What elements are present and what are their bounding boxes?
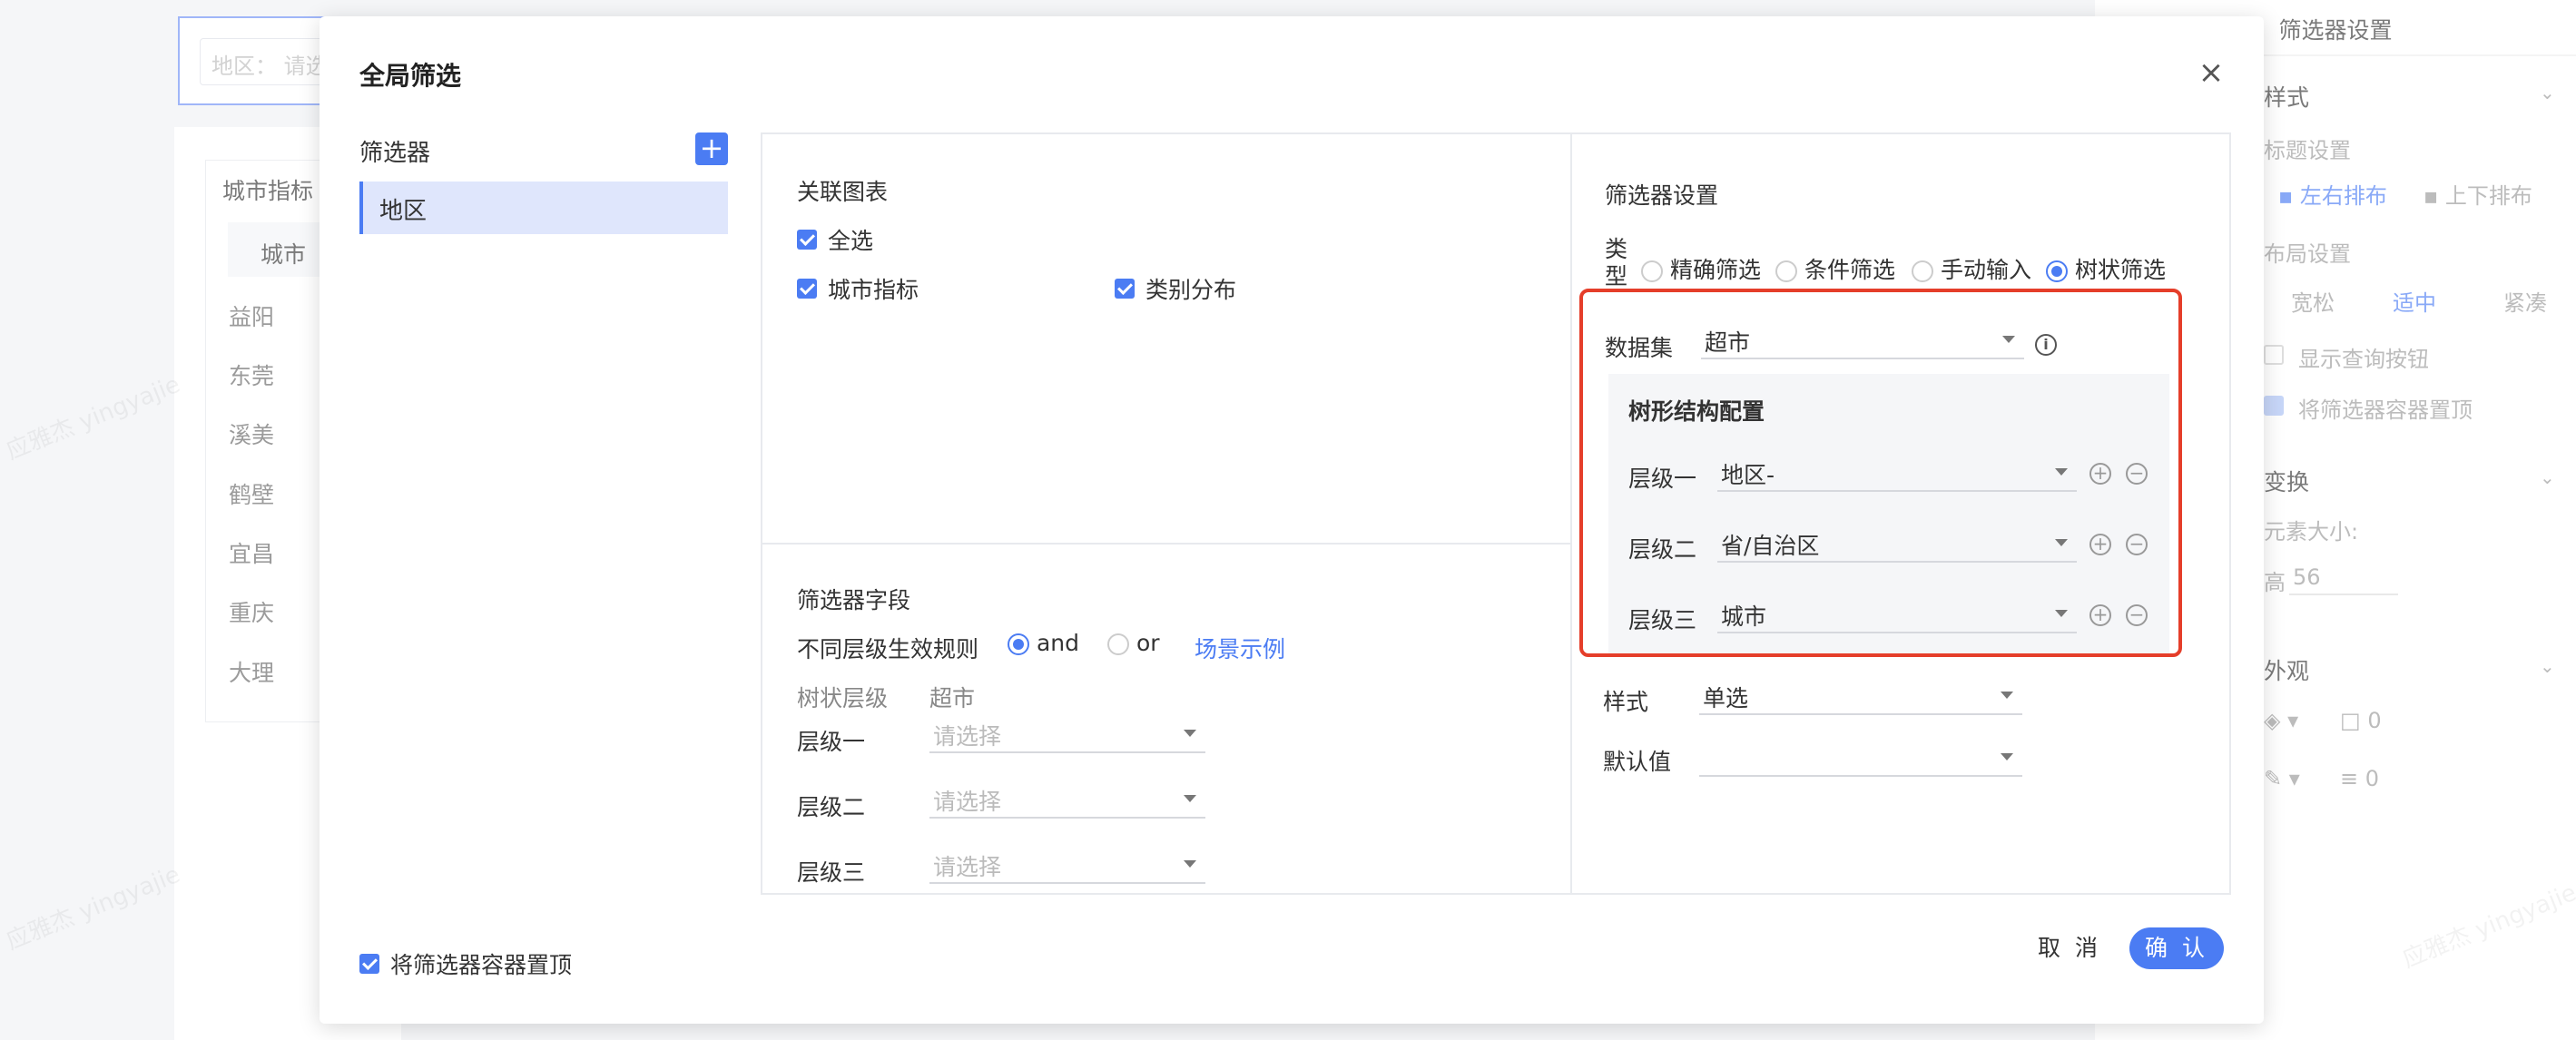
type-option-label: 手动输入 <box>1940 257 2031 283</box>
style-label: 样式 <box>1603 689 1649 715</box>
type-option-label: 精确筛选 <box>1669 257 1761 283</box>
type-option-label: 树状筛选 <box>2074 257 2166 283</box>
caret-down-icon <box>2001 692 2013 699</box>
filter-item-region[interactable]: 地区 <box>359 182 728 234</box>
radio-unselected-icon <box>1912 260 1933 282</box>
radio-unselected-icon <box>1641 260 1663 282</box>
chart-label: 城市指标 <box>828 277 919 303</box>
field-level-3-label: 层级三 <box>797 859 866 886</box>
caret-down-icon <box>1184 860 1196 868</box>
chart-label: 类别分布 <box>1145 277 1237 303</box>
field-level-1-label: 层级一 <box>797 729 866 755</box>
rule-or-label: or <box>1136 630 1160 656</box>
type-option-condition[interactable]: 条件筛选 <box>1775 252 1895 285</box>
tree-config-highlight <box>1579 289 2182 657</box>
checkbox-checked-icon <box>797 230 817 250</box>
dataset-header: 超市 <box>929 685 976 711</box>
field-level-2-label: 层级二 <box>797 794 866 820</box>
scene-example-link[interactable]: 场景示例 <box>1195 632 1285 664</box>
rule-and-radio[interactable]: and <box>1008 630 1079 656</box>
default-value-label: 默认值 <box>1603 749 1672 775</box>
type-option-exact[interactable]: 精确筛选 <box>1641 252 1761 285</box>
add-filter-button[interactable]: + <box>695 132 728 165</box>
select-placeholder: 请选择 <box>933 723 1002 750</box>
cancel-button[interactable]: 取 消 <box>2028 927 2111 969</box>
filter-list-label: 筛选器 <box>359 140 431 167</box>
panel-horizontal-divider <box>762 543 1570 545</box>
confirm-button[interactable]: 确 认 <box>2129 927 2224 969</box>
rule-or-radio[interactable]: or <box>1107 630 1160 656</box>
select-placeholder: 请选择 <box>933 789 1002 815</box>
chart-checkbox-category-distribution[interactable]: 类别分布 <box>1115 272 1236 305</box>
select-value: 单选 <box>1703 685 1749 711</box>
type-option-label: 条件筛选 <box>1804 257 1895 283</box>
checkbox-checked-icon <box>797 279 817 299</box>
rule-and-label: and <box>1036 630 1079 656</box>
select-all-checkbox[interactable]: 全选 <box>797 223 873 256</box>
select-placeholder: 请选择 <box>933 854 1002 880</box>
radio-selected-icon <box>2046 260 2068 282</box>
caret-down-icon <box>2001 753 2013 760</box>
dialog-title: 全局筛选 <box>359 61 462 91</box>
field-level-3-select[interactable]: 请选择 <box>929 846 1205 884</box>
type-option-tree[interactable]: 树状筛选 <box>2046 252 2166 285</box>
field-level-1-select[interactable]: 请选择 <box>929 715 1205 753</box>
pin-container-label: 将筛选器容器置顶 <box>390 952 573 978</box>
field-level-2-select[interactable]: 请选择 <box>929 780 1205 819</box>
caret-down-icon <box>1184 795 1196 802</box>
checkbox-checked-icon <box>359 954 379 974</box>
type-label: 类型 <box>1605 236 1628 289</box>
linked-charts-title: 关联图表 <box>797 179 889 205</box>
tree-level-header: 树状层级 <box>797 685 889 711</box>
caret-down-icon <box>1184 730 1196 737</box>
style-select[interactable]: 单选 <box>1699 677 2022 715</box>
checkbox-checked-icon <box>1115 279 1135 299</box>
radio-selected-icon <box>1008 633 1029 655</box>
global-filter-dialog: 全局筛选 × 筛选器 + 地区 关联图表 全选 城市指标 类别分布 筛选器字段 … <box>320 16 2264 1024</box>
type-option-manual[interactable]: 手动输入 <box>1912 252 2031 285</box>
select-all-label: 全选 <box>828 228 874 254</box>
default-value-select[interactable] <box>1699 739 2022 777</box>
panel-vertical-divider <box>1570 134 1572 893</box>
chart-checkbox-city-metric[interactable]: 城市指标 <box>797 272 919 305</box>
filter-fields-title: 筛选器字段 <box>797 587 911 613</box>
radio-unselected-icon <box>1775 260 1797 282</box>
radio-unselected-icon <box>1107 633 1129 655</box>
close-icon[interactable]: × <box>2195 56 2227 89</box>
pin-container-checkbox[interactable]: 将筛选器容器置顶 <box>359 947 572 980</box>
rule-label: 不同层级生效规则 <box>797 636 979 662</box>
settings-title: 筛选器设置 <box>1605 182 1719 209</box>
